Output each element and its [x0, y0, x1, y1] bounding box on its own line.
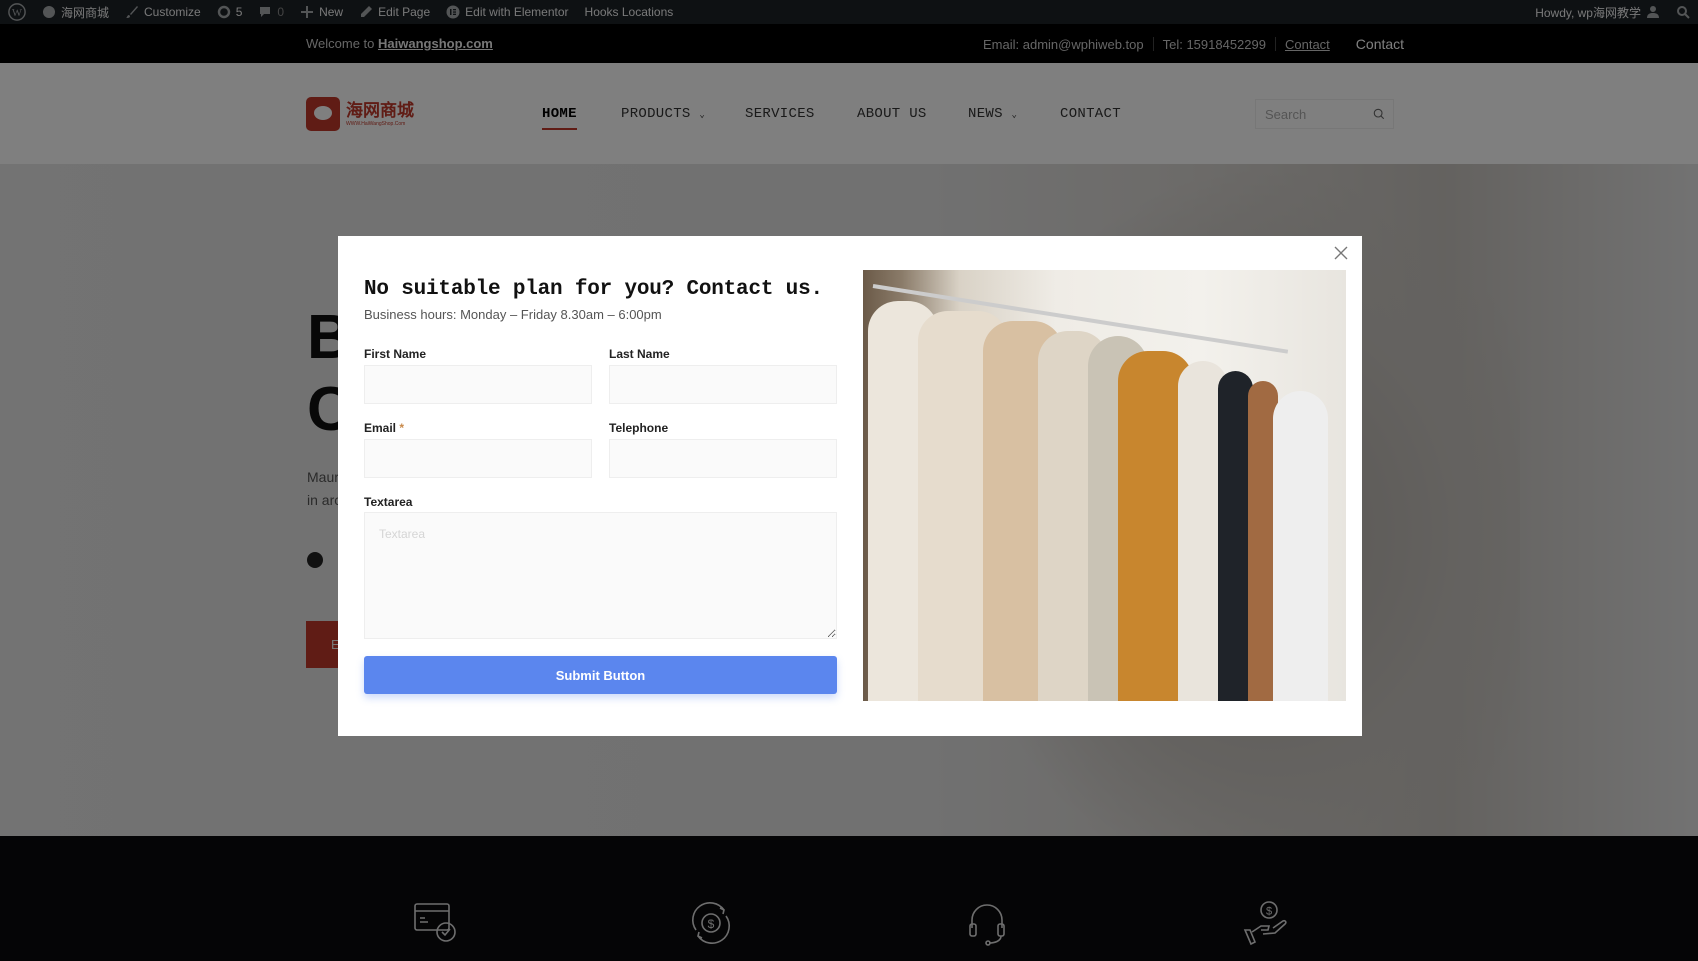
email-input[interactable]	[364, 439, 592, 478]
email-label: Email *	[364, 421, 404, 435]
first-name-label: First Name	[364, 347, 427, 361]
telephone-input[interactable]	[609, 439, 837, 478]
required-marker: *	[399, 421, 405, 435]
telephone-label: Telephone	[609, 421, 669, 435]
submit-button[interactable]: Submit Button	[364, 656, 837, 694]
modal-subtitle: Business hours: Monday – Friday 8.30am –…	[364, 307, 662, 322]
textarea-label: Textarea	[364, 495, 413, 509]
last-name-label: Last Name	[609, 347, 670, 361]
email-label-text: Email	[364, 421, 397, 435]
close-icon[interactable]	[1332, 244, 1350, 262]
clothing-rack-image	[863, 270, 1346, 701]
last-name-input[interactable]	[609, 365, 837, 404]
first-name-input[interactable]	[364, 365, 592, 404]
garment	[1273, 391, 1328, 701]
message-textarea[interactable]	[364, 512, 837, 639]
contact-modal: No suitable plan for you? Contact us. Bu…	[338, 236, 1362, 736]
modal-title: No suitable plan for you? Contact us.	[364, 278, 823, 301]
